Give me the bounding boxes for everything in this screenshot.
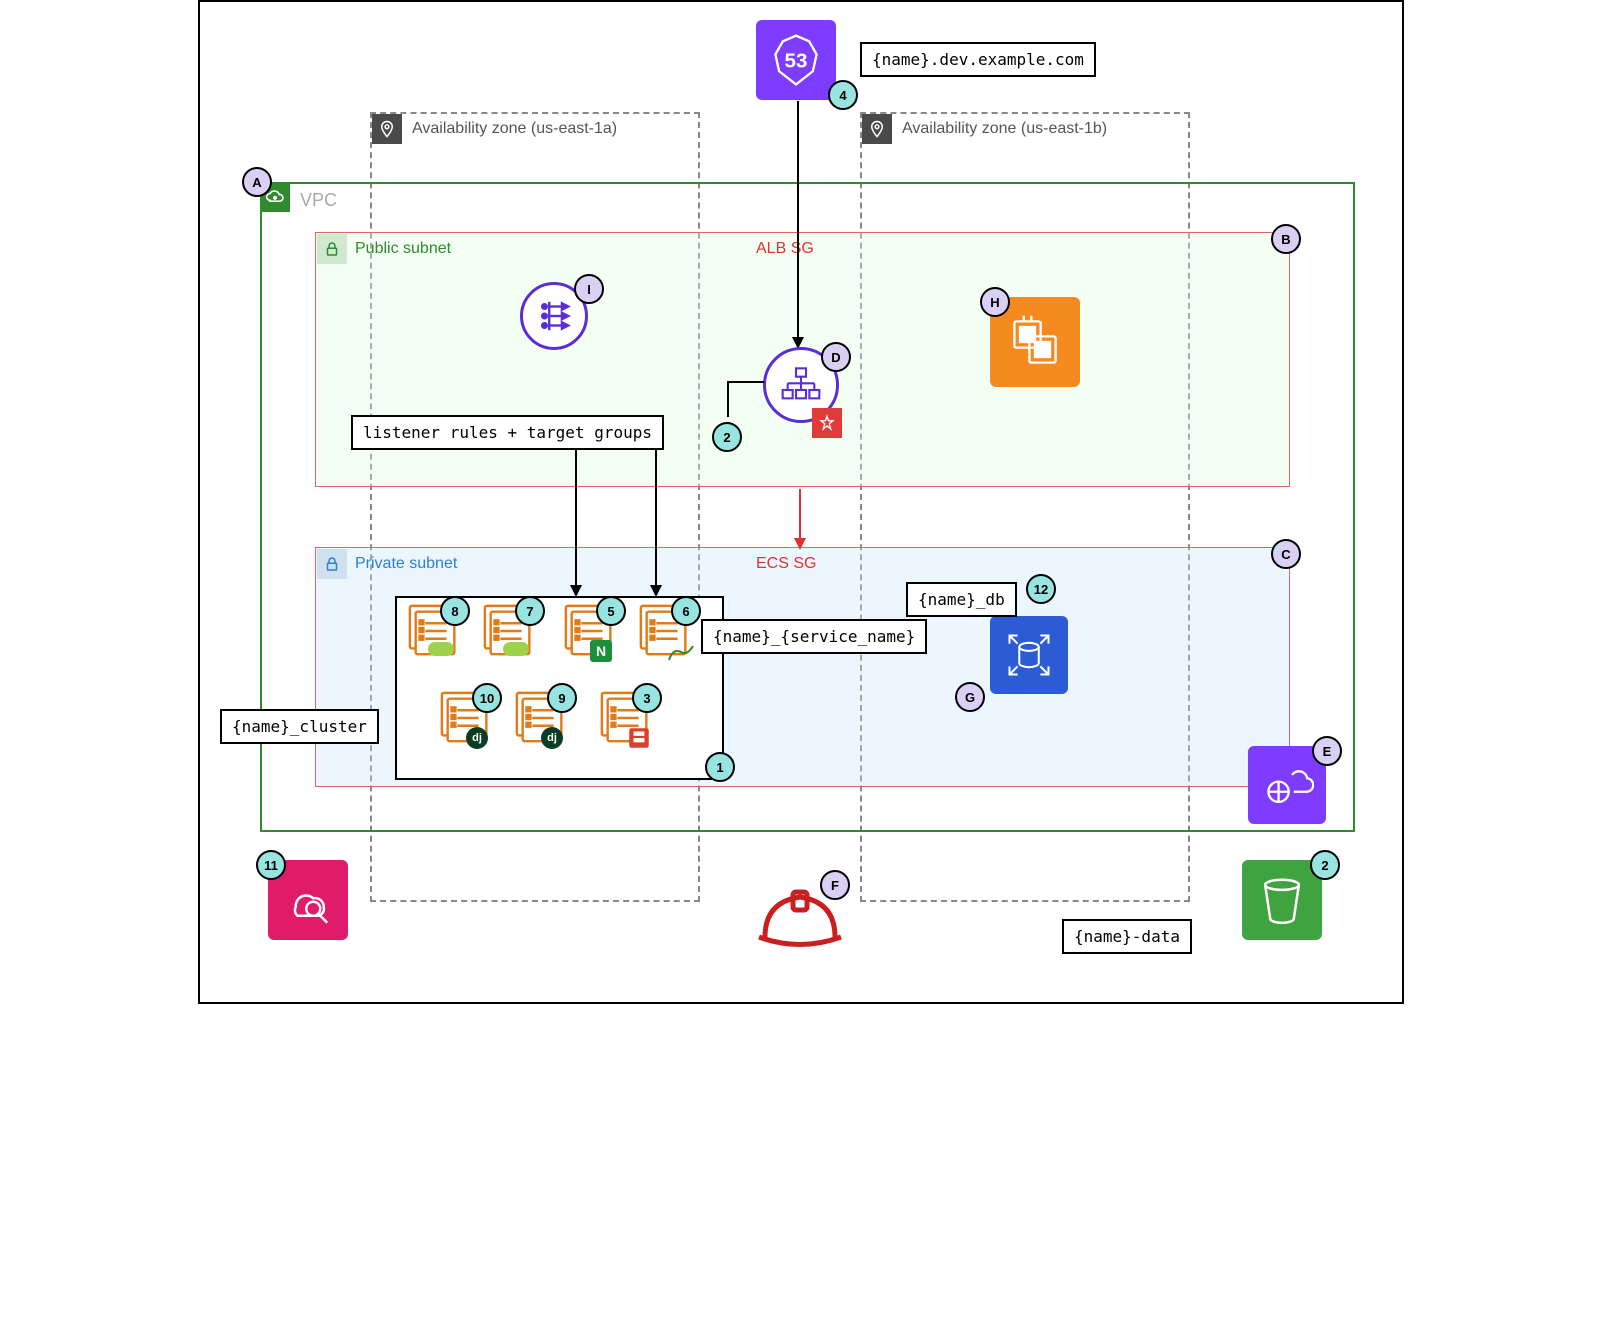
public-subnet-label: Public subnet	[355, 240, 451, 258]
badge-6: 6	[671, 596, 701, 626]
lock-icon	[317, 549, 347, 579]
arrow-down-icon	[792, 101, 804, 351]
badge-F: F	[820, 870, 850, 900]
badge-3: 3	[632, 683, 662, 713]
db-label-tag: {name}_db	[906, 582, 1017, 617]
badge-I: I	[574, 274, 604, 304]
arrow-down-icon	[570, 449, 582, 599]
connector	[727, 381, 767, 437]
badge-10: 10	[472, 683, 502, 713]
badge-11: 11	[256, 850, 286, 880]
lock-icon	[317, 234, 347, 264]
rds-icon	[990, 616, 1068, 694]
badge-E: E	[1312, 736, 1342, 766]
badge-A: A	[242, 167, 272, 197]
pin-icon	[372, 114, 402, 144]
badge-4: 4	[828, 80, 858, 110]
badge-C: C	[1271, 539, 1301, 569]
badge-2-s3: 2	[1310, 850, 1340, 880]
route53-icon: 53	[756, 20, 836, 100]
az-a-label: Availability zone (us-east-1a)	[412, 120, 617, 138]
vpc-label: VPC	[300, 190, 337, 211]
cluster-label-tag: {name}_cluster	[220, 709, 379, 744]
badge-9: 9	[547, 683, 577, 713]
badge-5: 5	[596, 596, 626, 626]
route53-domain-tag: {name}.dev.example.com	[860, 42, 1096, 77]
arrow-down-icon	[650, 449, 662, 599]
ecs-sg-label: ECS SG	[756, 555, 816, 573]
s3-bucket-icon	[1242, 860, 1322, 940]
diagram-canvas: Availability zone (us-east-1a) Availabil…	[198, 0, 1404, 1004]
service-label-tag: {name}_{service_name}	[701, 619, 927, 654]
badge-G: G	[955, 682, 985, 712]
badge-12: 12	[1026, 574, 1056, 604]
badge-8: 8	[440, 596, 470, 626]
badge-D: D	[821, 342, 851, 372]
listener-rules-tag: listener rules + target groups	[351, 415, 664, 450]
badge-1-cluster: 1	[705, 752, 735, 782]
badge-7: 7	[515, 596, 545, 626]
arrow-down-icon	[794, 489, 806, 552]
svg-text:53: 53	[785, 50, 808, 73]
alb-sg-label: ALB SG	[756, 240, 814, 258]
private-subnet-label: Private subnet	[355, 555, 457, 573]
badge-H: H	[980, 287, 1010, 317]
s3-label-tag: {name}-data	[1062, 919, 1192, 954]
badge-B: B	[1271, 224, 1301, 254]
waf-icon	[812, 408, 842, 438]
pin-icon	[862, 114, 892, 144]
az-b-label: Availability zone (us-east-1b)	[902, 120, 1107, 138]
